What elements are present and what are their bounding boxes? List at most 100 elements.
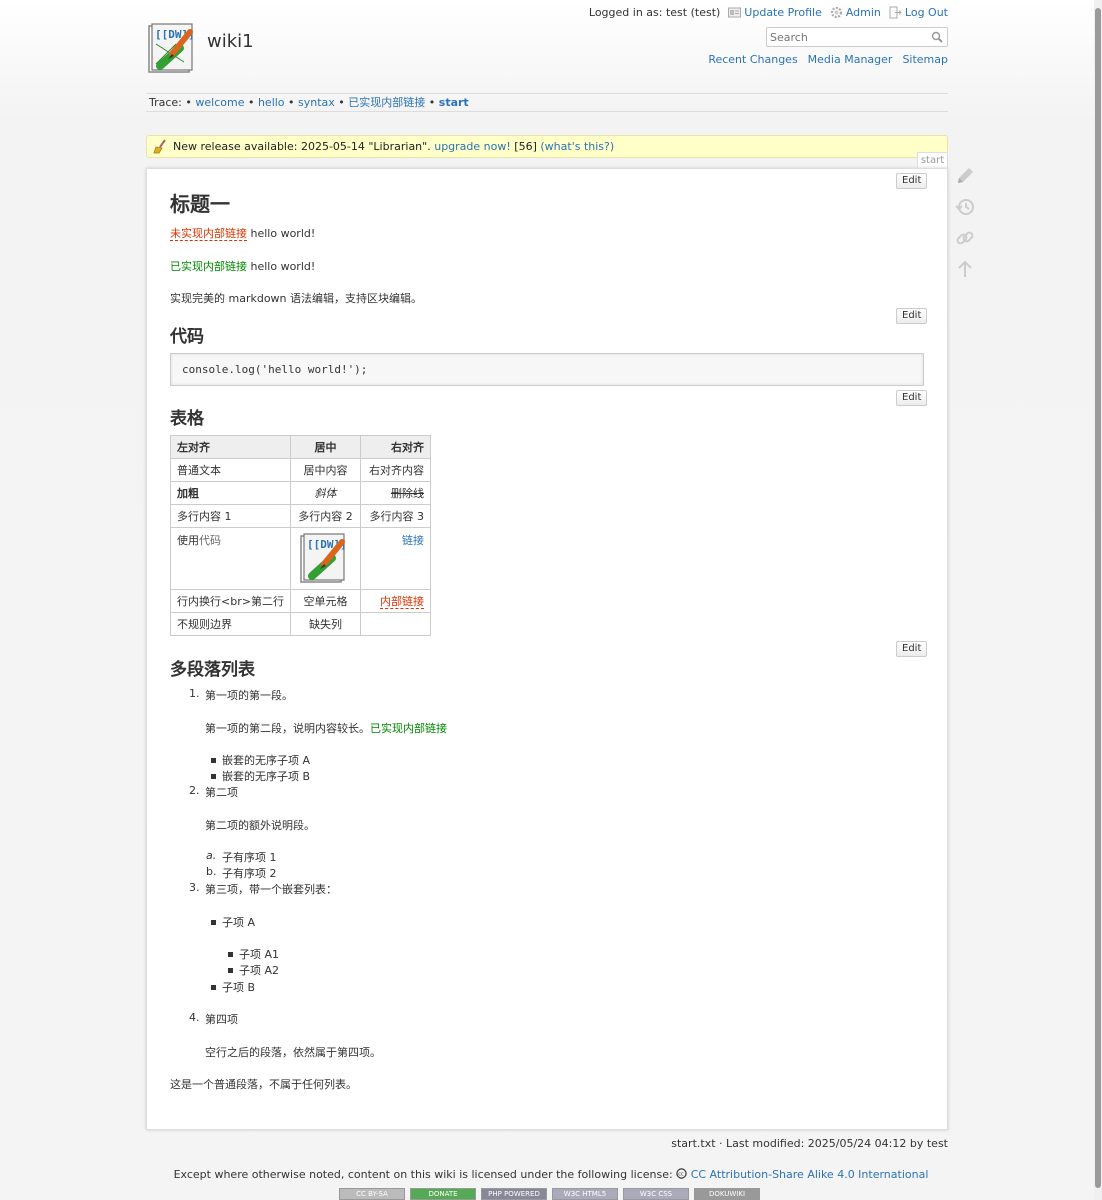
existing-internal-link[interactable]: 已实现内部链接 <box>170 260 247 273</box>
list-item: 嵌套的无序子项 A <box>222 754 311 767</box>
bullet <box>211 774 216 779</box>
whats-this-link[interactable]: (what's this?) <box>540 140 614 153</box>
list-item: 嵌套的无序子项 B <box>222 770 311 783</box>
dokuwiki-logo-image[interactable]: [[DW]] <box>298 532 352 586</box>
list-item: 子项 A2 <box>239 964 280 977</box>
list-item: 子项 B <box>222 981 256 994</box>
scrollbar-thumb[interactable] <box>1095 8 1101 1188</box>
trace-item-link[interactable]: 已实现内部链接 <box>348 96 425 109</box>
site-tools: Recent Changes Media Manager Sitemap <box>708 53 948 66</box>
php-badge[interactable]: PHP POWERED <box>481 1188 547 1200</box>
history-icon[interactable] <box>954 196 976 218</box>
list-item-paragraph: 空行之后的段落，依然属于第四项。 <box>205 1046 381 1059</box>
table-link[interactable]: 链接 <box>402 534 424 547</box>
bullet <box>228 952 233 957</box>
table-cell: 缺失列 <box>289 612 361 636</box>
edit-section-button[interactable]: Edit <box>896 641 928 657</box>
search-input[interactable] <box>767 28 927 46</box>
trace-item-hello[interactable]: hello <box>258 96 285 109</box>
bullet <box>211 920 216 925</box>
list-marker: a. <box>206 849 217 862</box>
media-manager-link[interactable]: Media Manager <box>808 53 893 66</box>
update-profile-link[interactable]: Update Profile <box>728 6 822 19</box>
table-cell <box>359 612 431 636</box>
edit-section-button[interactable]: Edit <box>896 173 928 189</box>
dokuwiki-badge[interactable]: DOKUWIKI <box>694 1188 760 1200</box>
table-cell: 不规则边界 <box>170 612 291 636</box>
edit-section-button[interactable]: Edit <box>896 390 928 406</box>
table-row: 多行内容 1 多行内容 2 多行内容 3 <box>170 504 431 528</box>
upgrade-link[interactable]: upgrade now! <box>434 140 511 153</box>
donate-badge[interactable]: DONATE <box>410 1188 476 1200</box>
list-item: 子项 A1 <box>239 948 280 961</box>
admin-link[interactable]: Admin <box>830 6 881 19</box>
list-item: 子有序项 2 <box>222 867 277 880</box>
table-header: 左对齐 <box>170 435 291 459</box>
table-cell: 斜体 <box>289 481 361 505</box>
list-item: 子项 A <box>222 916 256 929</box>
content-table: 左对齐 居中 右对齐 普通文本 居中内容 右对齐内容 加粗 斜体 删除线 多行内… <box>170 435 431 636</box>
recent-changes-link[interactable]: Recent Changes <box>708 53 797 66</box>
sitemap-link[interactable]: Sitemap <box>902 53 948 66</box>
gear-icon <box>830 6 842 19</box>
scrollbar[interactable] <box>1094 0 1102 1200</box>
table-cell: 链接 <box>359 527 431 590</box>
list-marker: 2. <box>189 784 200 797</box>
trace-item-current[interactable]: start <box>439 96 469 109</box>
css-badge[interactable]: W3C CSS <box>623 1188 689 1200</box>
paragraph-2: 已实现内部链接 hello world! <box>170 258 315 274</box>
table-cell: 多行内容 2 <box>289 504 361 528</box>
page-id: start <box>917 152 948 169</box>
table-row: 加粗 斜体 删除线 <box>170 481 431 505</box>
list-item: 第四项 <box>205 1013 238 1026</box>
code-block: console.log('hello world!'); <box>170 353 924 386</box>
license-text: Except where otherwise noted, content on… <box>173 1168 673 1181</box>
paragraph-3: 实现完美的 markdown 语法编辑，支持区块编辑。 <box>170 292 423 305</box>
pencil-icon[interactable] <box>954 165 976 187</box>
notice-text: New release available: 2025-05-14 "Libra… <box>173 140 431 153</box>
broken-internal-link[interactable]: 未实现内部链接 <box>170 227 247 241</box>
trace-item-syntax[interactable]: syntax <box>298 96 335 109</box>
bullet <box>211 985 216 990</box>
site-title[interactable]: wiki1 <box>207 31 254 52</box>
update-profile-label[interactable]: Update Profile <box>744 6 822 19</box>
logout-icon <box>889 6 902 19</box>
table-header: 居中 <box>289 435 361 459</box>
update-notice: New release available: 2025-05-14 "Libra… <box>146 135 948 158</box>
edit-section-button[interactable]: Edit <box>896 308 928 324</box>
existing-internal-link[interactable]: 已实现内部链接 <box>370 722 447 735</box>
table-row: 普通文本 居中内容 右对齐内容 <box>170 458 431 482</box>
search-icon[interactable] <box>931 31 943 43</box>
table-cell: 多行内容 1 <box>170 504 291 528</box>
list-marker: b. <box>206 865 217 878</box>
table-broken-link[interactable]: 内部链接 <box>379 595 424 609</box>
trace-label: Trace: <box>149 96 182 109</box>
dokuwiki-logo[interactable]: [[DW]] <box>146 22 200 76</box>
html5-badge[interactable]: W3C HTML5 <box>552 1188 618 1200</box>
page-meta: start.txt · Last modified: 2025/05/24 04… <box>671 1137 948 1150</box>
trace-item-welcome[interactable]: welcome <box>195 96 244 109</box>
table-header: 右对齐 <box>359 435 431 459</box>
logout-link[interactable]: Log Out <box>889 6 948 19</box>
license-line: Except where otherwise noted, content on… <box>0 1168 1102 1181</box>
admin-label[interactable]: Admin <box>846 6 881 19</box>
cc-badge[interactable]: CC BY-SA <box>339 1188 405 1200</box>
heading-list: 多段落列表 <box>170 660 255 680</box>
heading-code: 代码 <box>170 327 204 347</box>
heading-table: 表格 <box>170 409 204 429</box>
bullet <box>228 968 233 973</box>
logout-label[interactable]: Log Out <box>905 6 948 19</box>
bullet <box>211 758 216 763</box>
notice-count: [56] <box>514 140 537 153</box>
p2-text: hello world! <box>247 260 316 273</box>
table-cell: [[DW]] <box>289 527 361 590</box>
table-cell: 多行内容 3 <box>359 504 431 528</box>
link-icon[interactable] <box>954 227 976 249</box>
license-link[interactable]: CC Attribution-Share Alike 4.0 Internati… <box>691 1168 929 1181</box>
cc-icon: cc <box>676 1168 687 1179</box>
heading-1: 标题一 <box>170 192 230 216</box>
arrow-up-icon[interactable] <box>954 258 976 280</box>
page-tools <box>954 165 976 289</box>
page-content <box>146 168 948 1130</box>
logged-in-text: Logged in as: test (test) <box>588 6 721 19</box>
